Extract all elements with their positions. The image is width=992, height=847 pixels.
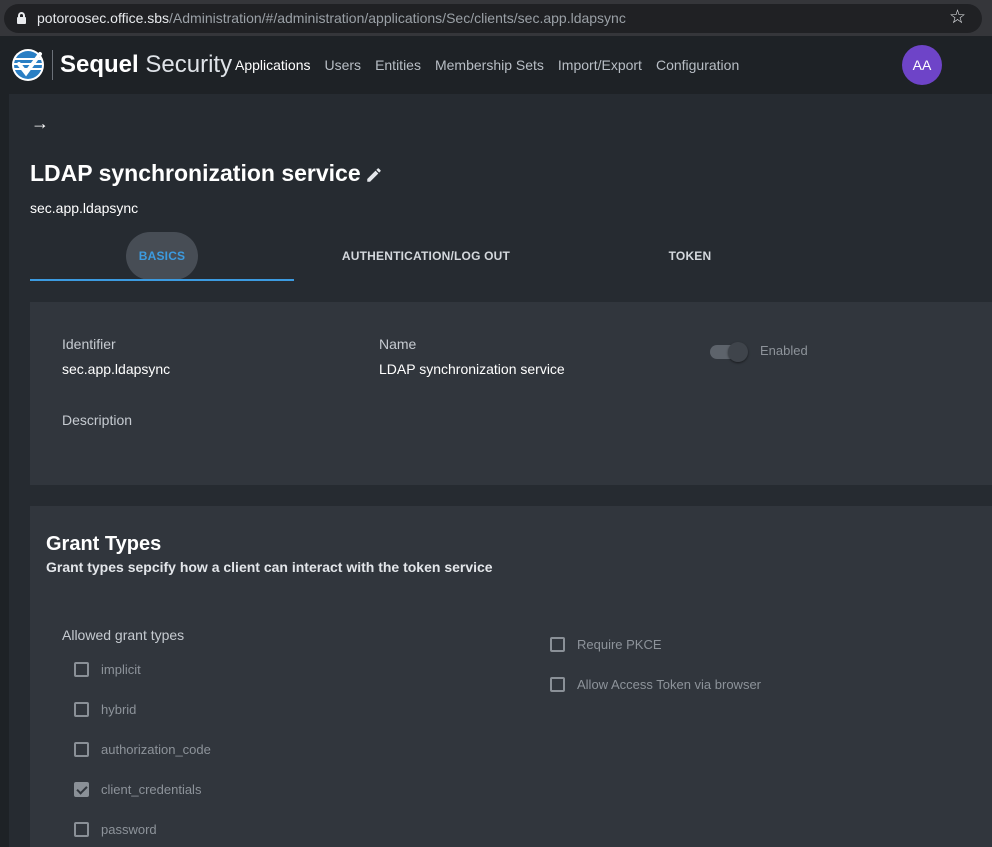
allow-access-token-browser-option[interactable]: Allow Access Token via browser [550, 674, 761, 694]
page-subtitle: sec.app.ldapsync [30, 200, 139, 216]
user-avatar[interactable]: AA [902, 45, 942, 85]
identifier-value: sec.app.ldapsync [62, 361, 171, 377]
nav-applications[interactable]: Applications [235, 57, 311, 73]
require-pkce-option[interactable]: Require PKCE [550, 634, 662, 654]
checkbox-allow-access-token[interactable] [550, 676, 565, 692]
lock-icon[interactable] [17, 12, 26, 24]
grant-option-password[interactable]: password [74, 819, 157, 839]
nav-users[interactable]: Users [325, 57, 362, 73]
tab-authentication-label: AUTHENTICATION/LOG OUT [341, 249, 511, 263]
checkbox-implicit[interactable] [74, 661, 89, 677]
enabled-toggle[interactable] [708, 340, 750, 364]
grant-option-label: client_credentials [101, 781, 202, 797]
checkbox-hybrid[interactable] [74, 701, 89, 717]
url-text[interactable]: potoroosec.office.sbs/Administration/#/a… [37, 10, 626, 26]
nav-configuration[interactable]: Configuration [656, 57, 739, 73]
checkbox-require-pkce[interactable] [550, 636, 565, 652]
address-bar[interactable]: potoroosec.office.sbs/Administration/#/a… [4, 4, 982, 33]
name-label: Name [379, 336, 417, 352]
grant-option-client-credentials[interactable]: client_credentials [74, 779, 201, 799]
require-pkce-label: Require PKCE [577, 636, 662, 652]
browser-toolbar: potoroosec.office.sbs/Administration/#/a… [0, 0, 992, 36]
tab-basics[interactable]: BASICS [30, 232, 294, 281]
checkbox-client-credentials[interactable] [74, 781, 89, 797]
grant-option-label: authorization_code [101, 741, 211, 757]
grant-option-hybrid[interactable]: hybrid [74, 699, 136, 719]
checkbox-authorization-code[interactable] [74, 741, 89, 757]
allow-access-token-label: Allow Access Token via browser [577, 676, 762, 692]
grant-types-subtitle: Grant types sepcify how a client can int… [46, 559, 493, 575]
brand-name[interactable]: Sequel Security [60, 51, 232, 79]
grant-option-authorization-code[interactable]: authorization_code [74, 739, 211, 759]
grant-types-card: Grant Types Grant types sepcify how a cl… [30, 506, 992, 847]
tab-authentication-logout[interactable]: AUTHENTICATION/LOG OUT [294, 232, 558, 280]
identifier-label: Identifier [62, 336, 116, 352]
nav-entities[interactable]: Entities [375, 57, 421, 73]
nav-import-export[interactable]: Import/Export [558, 57, 642, 73]
pencil-edit-icon[interactable] [365, 166, 383, 184]
toggle-thumb [728, 342, 748, 362]
grant-option-label: password [101, 821, 157, 837]
basics-card: Identifier sec.app.ldapsync Name LDAP sy… [30, 302, 992, 485]
name-value: LDAP synchronization service [379, 361, 565, 377]
tab-bar: BASICS AUTHENTICATION/LOG OUT TOKEN [30, 232, 992, 282]
back-arrow-icon[interactable]: → [31, 113, 49, 134]
enabled-label: Enabled [760, 343, 808, 358]
app-header: Sequel Security Applications Users Entit… [0, 36, 992, 94]
description-label: Description [62, 412, 133, 428]
tab-token[interactable]: TOKEN [558, 232, 822, 280]
main-nav: Applications Users Entities Membership S… [235, 57, 739, 73]
sequel-logo-icon[interactable] [11, 48, 45, 82]
left-sidebar-edge [0, 94, 9, 847]
page-title: LDAP synchronization service [30, 160, 361, 186]
star-icon[interactable]: ☆ [949, 6, 966, 29]
allowed-grant-types-label: Allowed grant types [62, 627, 185, 643]
grant-option-label: hybrid [101, 701, 137, 717]
grant-types-title: Grant Types [46, 533, 162, 555]
nav-membership-sets[interactable]: Membership Sets [435, 57, 544, 73]
grant-option-implicit[interactable]: implicit [74, 659, 141, 679]
brand-divider [52, 50, 53, 80]
checkbox-password[interactable] [74, 821, 89, 837]
grant-option-label: implicit [101, 661, 141, 677]
tab-active-indicator [30, 279, 294, 281]
tab-basics-label: BASICS [138, 249, 186, 263]
tab-token-label: TOKEN [668, 249, 712, 263]
